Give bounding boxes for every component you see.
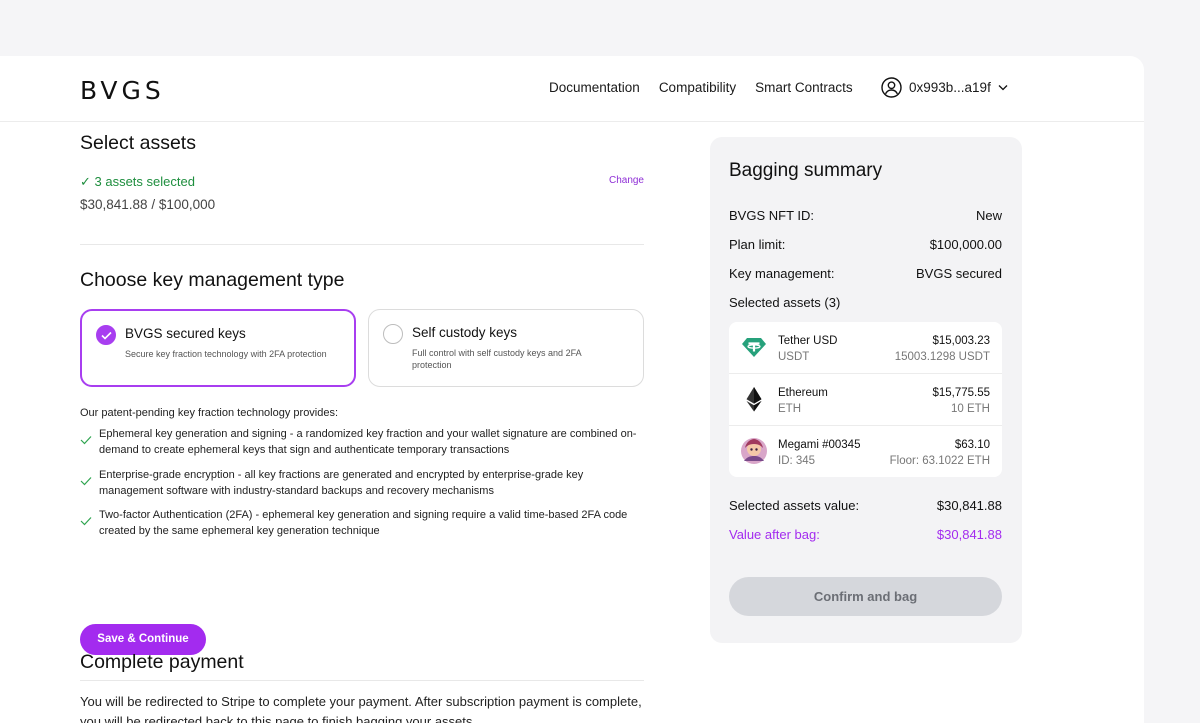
wallet-address: 0x993b...a19f [909,80,991,95]
main-nav: Documentation Compatibility Smart Contra… [549,80,853,95]
asset-name: Megami #00345 [778,439,861,451]
list-item: Ethereum ETH $15,775.55 10 ETH [729,374,1002,424]
asset-symbol: ETH [778,403,801,415]
check-icon [80,436,92,445]
check-icon [80,517,92,526]
row-value: BVGS secured [916,266,1002,281]
option-title: BVGS secured keys [125,326,246,341]
option-bvgs-secured-keys[interactable]: BVGS secured keys Secure key fraction te… [80,309,356,387]
tether-icon [742,338,766,357]
asset-name: Ethereum [778,387,828,399]
key-management-title: Choose key management type [80,269,345,291]
asset-value: $15,775.55 [932,387,990,399]
asset-value: $63.10 [954,439,990,451]
row-label: BVGS NFT ID: [729,208,814,223]
radio-checked-icon [96,325,116,345]
feature-text: Two-factor Authentication (2FA) - epheme… [99,509,628,537]
summary-row-assets-value: Selected assets value: $30,841.88 [729,498,1002,513]
select-assets-title: Select assets [80,132,196,154]
check-icon [80,477,92,486]
ethereum-icon [746,387,762,412]
section-divider [80,244,644,245]
summary-row-key-management: Key management: BVGS secured [729,266,1002,281]
list-item: Megami #00345 ID: 345 $63.10 Floor: 63.1… [729,426,1002,476]
row-value: $100,000.00 [929,237,1002,252]
selected-assets-label: Selected assets (3) [729,295,841,310]
key-management-options: BVGS secured keys Secure key fraction te… [80,309,644,387]
option-self-custody-keys[interactable]: Self custody keys Full control with self… [368,309,644,387]
asset-amount: 10 ETH [951,403,990,415]
summary-row-nft-id: BVGS NFT ID: New [729,208,1002,223]
feature-text: Ephemeral key generation and signing - a… [99,428,637,456]
chevron-down-icon [998,84,1008,91]
row-label: Plan limit: [729,237,786,252]
feature-item: Enterprise-grade encryption - all key fr… [80,468,644,499]
asset-amount: 15003.1298 USDT [894,351,990,363]
asset-name: Tether USD [778,335,838,347]
feature-text: Enterprise-grade encryption - all key fr… [99,469,584,497]
wallet-menu[interactable]: 0x993b...a19f [881,77,1008,98]
row-label: Selected assets value: [729,498,860,513]
payment-description: You will be redirected to Stripe to comp… [80,694,642,723]
nav-compatibility[interactable]: Compatibility [659,80,736,95]
feature-intro: Our patent-pending key fraction technolo… [80,407,339,419]
row-label: Value after bag: [729,527,820,542]
feature-item: Two-factor Authentication (2FA) - epheme… [80,508,644,539]
radio-unchecked-icon [383,324,403,344]
asset-symbol: USDT [778,351,810,363]
row-label: Key management: [729,266,835,281]
summary-title: Bagging summary [729,160,883,181]
option-description: Secure key fraction technology with 2FA … [125,349,327,359]
assets-value-limit: $30,841.88 / $100,000 [80,197,216,212]
section-divider [80,680,644,681]
asset-value: $15,003.23 [932,335,990,347]
row-value: $30,841.88 [936,527,1002,542]
list-item: Tether USD USDT $15,003.23 15003.1298 US… [729,322,1002,372]
top-navigation-bar: BVGS Documentation Compatibility Smart C… [0,56,1144,122]
logo[interactable]: BVGS [80,76,165,105]
asset-symbol: ID: 345 [778,455,816,467]
app-frame: BVGS Documentation Compatibility Smart C… [0,56,1144,723]
option-description: Full control with self custody keys and … [412,348,582,370]
confirm-and-bag-button[interactable]: Confirm and bag [729,577,1002,616]
assets-selected-status: ✓ 3 assets selected [80,174,195,189]
summary-row-plan-limit: Plan limit: $100,000.00 [729,237,1002,252]
summary-row-value-after-bag: Value after bag: $30,841.88 [729,527,1002,542]
megami-nft-icon [741,438,767,464]
nav-documentation[interactable]: Documentation [549,80,640,95]
option-title: Self custody keys [412,325,518,340]
bagging-summary-panel: Bagging summary BVGS NFT ID: New Plan li… [710,137,1022,643]
row-value: New [975,208,1002,223]
change-assets-link[interactable]: Change [609,175,644,186]
asset-amount: Floor: 63.1022 ETH [889,455,990,467]
user-avatar-icon [881,77,902,98]
feature-item: Ephemeral key generation and signing - a… [80,427,644,458]
complete-payment-title: Complete payment [80,651,244,673]
nav-smart-contracts[interactable]: Smart Contracts [755,80,853,95]
selected-assets-list: Tether USD USDT $15,003.23 15003.1298 US… [729,322,1002,477]
row-value: $30,841.88 [936,498,1002,513]
